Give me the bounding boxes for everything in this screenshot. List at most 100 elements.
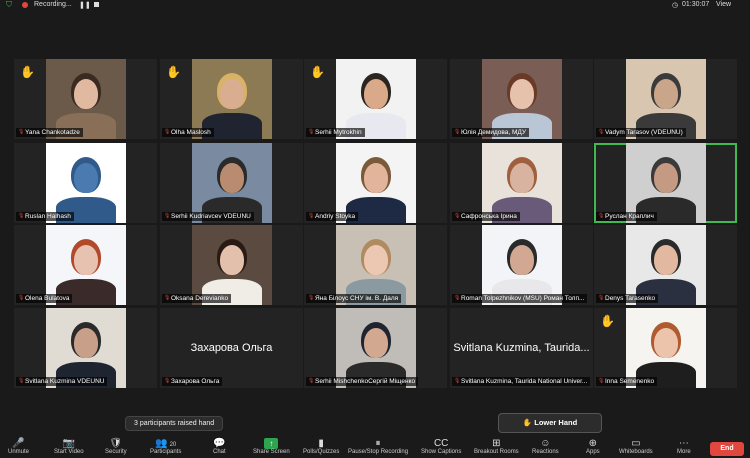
pause-icon[interactable]: ❚❚ [79, 1, 91, 9]
toolbar-participantsbutton[interactable]: 👥 20 Participants [150, 438, 181, 455]
mic-muted-icon: 🎙 [18, 129, 25, 135]
toolbar-appsbutton[interactable]: ⊕ Apps [586, 438, 600, 455]
shield-icon[interactable]: ⛉ [6, 1, 14, 9]
participant-video [625, 143, 706, 223]
mic-muted-icon: 🎙 [164, 213, 171, 219]
lower-hand-button[interactable]: ✋ Lower Hand [498, 413, 602, 433]
mic-muted-icon: 🎙 [598, 378, 605, 384]
participant-tile[interactable]: ✋ 🎙 Inna Semenenko [594, 308, 737, 388]
participant-name-label: 🎙 Svitlana Kuzmina VDEUNU [16, 377, 108, 386]
participant-name: Яна Білоус СНУ ім. В. Даля [315, 295, 399, 302]
participant-count: 20 [169, 442, 177, 448]
participant-tile[interactable]: 🎙 Яна Білоус СНУ ім. В. Даля [304, 225, 447, 305]
participant-video [335, 225, 416, 305]
participant-tile[interactable]: 🎙 Руслан Краплич [594, 143, 737, 223]
toolbar-whiteboardsbutton[interactable]: ▭ Whiteboards [619, 438, 653, 455]
meeting-toolbar: 🎤 Unmute 📷 Start Video 🛡 Security 👥 20 Participa… [0, 436, 750, 458]
participant-tile[interactable]: Svitlana Kuzmina, Taurida... 🎙 Svitlana Ku… [450, 308, 593, 388]
participant-name-label: 🎙 Serhii Kudriavcev VDEUNU [162, 212, 254, 221]
toolbar-reactionsbutton[interactable]: ☺ Reactions [532, 438, 559, 455]
participant-video [191, 143, 272, 223]
participant-tile[interactable]: 🎙 Serhii MishchenkoСергій Міщенко [304, 308, 447, 388]
participant-tile[interactable]: 🎙 Svitlana Kuzmina VDEUNU [14, 308, 157, 388]
participant-tile[interactable]: 🎙 Serhii Kudriavcev VDEUNU [160, 143, 303, 223]
participant-name-label: 🎙 Andriy Stoyka [306, 212, 359, 221]
mic-muted-icon: 🎙 [454, 378, 461, 384]
participant-name: Yana Chankotadze [25, 129, 80, 136]
participant-name: Serhii MishchenkoСергій Міщенко [315, 378, 416, 385]
toolbar-show-captionsbutton[interactable]: CC Show Captions [421, 438, 461, 455]
mic-muted-icon: 🎙 [454, 213, 461, 219]
toolbar-breakout-roomsbutton[interactable]: ⊞ Breakout Rooms [474, 438, 519, 455]
toolbar-start-videobutton[interactable]: 📷 Start Video [54, 438, 84, 455]
toolbar-share-screenbutton[interactable]: ↑ Share Screen [253, 438, 290, 455]
shield-icon: 🛡 [109, 438, 123, 449]
participant-tile[interactable]: 🎙 Denys Tarasenko [594, 225, 737, 305]
raised-hand-icon: ✋ [600, 314, 615, 328]
toolbar-label: Chat [213, 449, 226, 455]
raised-hand-icon: ✋ [310, 65, 325, 79]
participant-face [73, 163, 98, 193]
recording-dot-icon [22, 2, 28, 8]
participant-tile[interactable]: 🎙 Andriy Stoyka [304, 143, 447, 223]
participant-face [653, 245, 678, 275]
lower-hand-label: Lower Hand [534, 418, 578, 427]
mic-muted-icon: 🎙 [18, 295, 25, 301]
participant-tile[interactable]: 🎙 Сафронська Ірина [450, 143, 593, 223]
toolbar-label: Whiteboards [619, 449, 653, 455]
toolbar-label: Breakout Rooms [474, 449, 519, 455]
participant-tile[interactable]: 🎙 Olena Bulatova [14, 225, 157, 305]
participant-video [481, 143, 562, 223]
participant-tile[interactable]: ✋ 🎙 Olha Maslosh [160, 59, 303, 139]
participant-name-label: 🎙 Denys Tarasenko [596, 294, 659, 303]
participant-face [653, 328, 678, 358]
participant-video [335, 308, 416, 388]
participant-video [335, 143, 416, 223]
mic-muted-icon: 🎙 [308, 378, 315, 384]
mic-muted-icon: 🎙 [308, 295, 315, 301]
participant-tile[interactable]: Захарова Ольга 🎙 Захарова Ольга [160, 308, 303, 388]
reactions-icon: ☺ [540, 438, 551, 449]
participant-name-label: 🎙 Serhii Mytrokhin [306, 128, 365, 137]
captions-icon: CC [433, 438, 449, 449]
participant-display-name: Svitlana Kuzmina, Taurida... [453, 342, 590, 354]
toolbar-label: Pause/Stop Recording [348, 449, 409, 455]
toolbar-label: Apps [586, 449, 600, 455]
toolbar-securitybutton[interactable]: 🛡 Security [105, 438, 127, 455]
end-meeting-button[interactable]: End [710, 442, 744, 456]
participant-tile[interactable]: ✋ 🎙 Yana Chankotadze [14, 59, 157, 139]
participant-tile[interactable]: 🎙 Юлія Демидова, МДУ [450, 59, 593, 139]
toolbar-morebutton[interactable]: ⋯ More [677, 438, 691, 455]
participant-face [73, 79, 98, 109]
participant-video [45, 308, 126, 388]
participant-tile[interactable]: ✋ 🎙 Serhii Mytrokhin [304, 59, 447, 139]
participant-tile[interactable]: 🎙 Vadym Tarasov (VDEUNU) [594, 59, 737, 139]
participant-tile[interactable]: 🎙 Ruslan Halhash [14, 143, 157, 223]
participant-tile[interactable]: 🎙 Roman Tolpezhnikov (MSU) Роман Толп... [450, 225, 593, 305]
participant-name-label: 🎙 Olena Bulatova [16, 294, 73, 303]
participant-video [625, 59, 706, 139]
toolbar-chatbutton[interactable]: 💬 Chat [213, 438, 226, 455]
participant-name-label: 🎙 Захарова Ольга [162, 377, 223, 386]
toolbar-label: Start Video [54, 449, 84, 455]
toolbar-pause-stop-recordingbutton[interactable]: ⏸ Pause/Stop Recording [348, 438, 408, 455]
stop-icon[interactable] [94, 2, 99, 7]
participant-video [45, 59, 126, 139]
participant-video [45, 143, 126, 223]
participant-face [363, 163, 388, 193]
participant-name: Olha Maslosh [171, 129, 211, 136]
participant-face [73, 328, 98, 358]
participant-tile[interactable]: 🎙 Oksana Derevianko [160, 225, 303, 305]
chat-icon: 💬 [213, 438, 226, 449]
mic-muted-icon: 🎙 [164, 295, 171, 301]
participant-name-label: 🎙 Oksana Derevianko [162, 294, 232, 303]
apps-icon: ⊕ [588, 438, 598, 449]
more-icon: ⋯ [678, 438, 689, 449]
toolbar-polls-quizzesbutton[interactable]: ▮ Polls/Quizzes [303, 438, 339, 455]
toolbar-label: Participants [150, 449, 182, 455]
toolbar-unmutebutton[interactable]: 🎤 Unmute [8, 438, 29, 455]
view-button[interactable]: View [716, 1, 731, 8]
participant-name-label: 🎙 Yana Chankotadze [16, 128, 83, 137]
participant-face [653, 79, 678, 109]
mic-off-icon: 🎤 [12, 438, 25, 449]
